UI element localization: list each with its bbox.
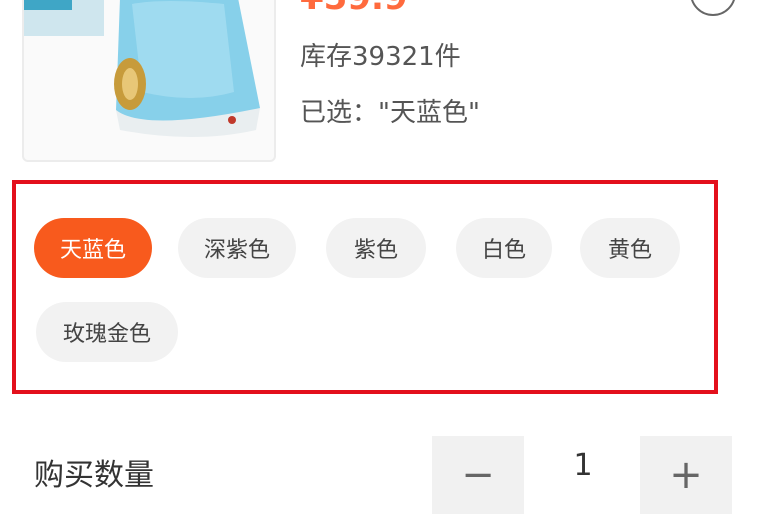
color-option-white[interactable]: 白色 (456, 218, 552, 278)
kettle-image (24, 0, 260, 137)
color-option-rose-gold[interactable]: 玫瑰金色 (36, 302, 178, 362)
product-price: ¥59.9 (300, 0, 408, 18)
stock-count: 库存39321件 (300, 42, 461, 72)
quantity-value[interactable]: 1 (548, 448, 618, 483)
color-option-sky-blue[interactable]: 天蓝色 (34, 218, 152, 278)
color-option-yellow[interactable]: 黄色 (580, 218, 680, 278)
color-option-deep-purple[interactable]: 深紫色 (178, 218, 296, 278)
quantity-increase-button[interactable]: + (640, 436, 732, 514)
color-option-purple[interactable]: 紫色 (326, 218, 426, 278)
product-thumbnail (22, 0, 276, 162)
quantity-label: 购买数量 (34, 458, 154, 493)
close-icon[interactable] (690, 0, 736, 16)
quantity-decrease-button[interactable]: − (432, 436, 524, 514)
selected-variant: 已选："天蓝色" (300, 98, 480, 128)
